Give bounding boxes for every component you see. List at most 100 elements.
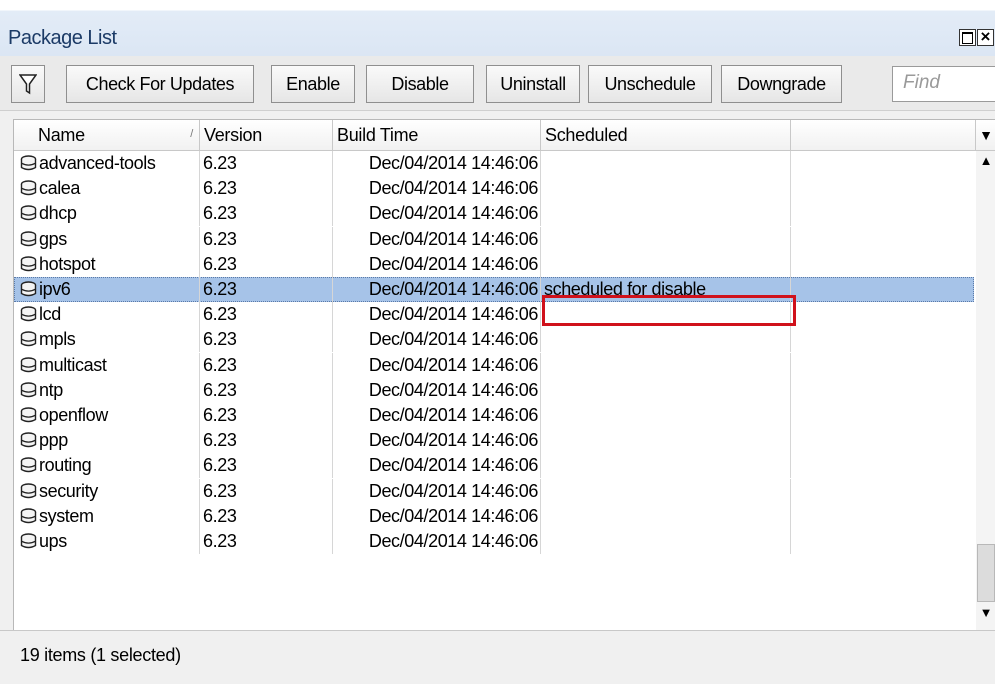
cell-empty: [791, 252, 974, 277]
cell-name: mpls: [14, 327, 200, 353]
filter-icon: [19, 74, 37, 95]
cell-empty: [791, 227, 974, 252]
table-row[interactable]: security 6.23 Dec/04/2014 14:46:06: [14, 478, 974, 504]
cell-empty: [791, 277, 974, 302]
vertical-scrollbar[interactable]: ▲ ▼: [976, 151, 995, 631]
cell-scheduled: [541, 377, 791, 403]
package-icon: [20, 382, 37, 399]
package-icon: [20, 356, 37, 374]
enable-button[interactable]: Enable: [271, 65, 355, 103]
cell-build-time: Dec/04/2014 14:46:06: [333, 403, 541, 428]
package-name: dhcp: [39, 203, 77, 224]
table-row[interactable]: lcd 6.23 Dec/04/2014 14:46:06: [14, 302, 974, 328]
status-text: 19 items (1 selected): [20, 645, 181, 665]
cell-build-time: Dec/04/2014 14:46:06: [333, 277, 541, 302]
package-icon: [20, 306, 37, 323]
check-for-updates-button[interactable]: Check For Updates: [66, 65, 254, 103]
cell-name: ups: [14, 529, 200, 554]
package-name: calea: [39, 178, 81, 199]
column-menu-icon[interactable]: ▼: [976, 120, 995, 150]
package-icon: [20, 457, 37, 474]
table-row[interactable]: advanced-tools 6.23 Dec/04/2014 14:46:06: [14, 151, 974, 176]
package-name: system: [39, 505, 94, 526]
cell-build-time: Dec/04/2014 14:46:06: [333, 428, 541, 454]
cell-scheduled: [541, 453, 791, 479]
table-row[interactable]: ntp 6.23 Dec/04/2014 14:46:06: [14, 377, 974, 403]
table-row[interactable]: openflow 6.23 Dec/04/2014 14:46:06: [14, 403, 974, 428]
column-header-name[interactable]: Name /: [14, 120, 200, 150]
cell-scheduled: [541, 478, 791, 504]
cell-name: multicast: [14, 352, 200, 378]
cell-build-time: Dec/04/2014 14:46:06: [333, 377, 541, 403]
cell-empty: [791, 353, 974, 378]
package-name: openflow: [39, 405, 108, 425]
downgrade-button[interactable]: Downgrade: [721, 65, 842, 103]
table-row[interactable]: calea 6.23 Dec/04/2014 14:46:06: [14, 176, 974, 202]
column-header-empty[interactable]: [791, 120, 976, 150]
cell-build-time: Dec/04/2014 14:46:06: [333, 201, 541, 227]
cell-scheduled: [541, 352, 791, 378]
restore-button[interactable]: [959, 29, 976, 46]
cell-name: routing: [14, 453, 200, 479]
find-input[interactable]: Find: [892, 66, 995, 102]
package-name: security: [39, 480, 98, 501]
package-name: routing: [39, 455, 92, 476]
column-header-version[interactable]: Version: [200, 120, 333, 150]
package-icon: [20, 508, 37, 525]
cell-version: 6.23: [200, 503, 333, 529]
cell-build-time: Dec/04/2014 14:46:06: [333, 302, 541, 328]
package-name: ppp: [39, 430, 68, 451]
cell-scheduled: [541, 327, 791, 353]
table-row[interactable]: hotspot 6.23 Dec/04/2014 14:46:06: [14, 251, 974, 277]
column-header-build-time[interactable]: Build Time: [333, 120, 541, 150]
cell-build-time: Dec/04/2014 14:46:06: [333, 478, 541, 504]
scroll-thumb[interactable]: [977, 544, 995, 602]
package-icon: [20, 407, 37, 424]
window-title: Package List: [8, 27, 117, 49]
cell-build-time: Dec/04/2014 14:46:06: [333, 529, 541, 554]
table-row[interactable]: ppp 6.23 Dec/04/2014 14:46:06: [14, 428, 974, 454]
toolbar: Check For Updates Enable Disable Uninsta…: [0, 56, 995, 111]
highlight-box: [542, 295, 796, 326]
cell-version: 6.23: [200, 302, 333, 328]
cell-version: 6.23: [200, 428, 333, 454]
cell-scheduled: [541, 403, 791, 428]
scroll-up-icon[interactable]: ▲: [976, 151, 995, 171]
cell-empty: [791, 378, 974, 403]
scroll-down-icon[interactable]: ▼: [976, 603, 995, 623]
unschedule-button[interactable]: Unschedule: [588, 65, 712, 103]
package-list-window: Package List × Check For Updates Enable …: [0, 0, 995, 684]
column-header-scheduled[interactable]: Scheduled: [541, 120, 791, 150]
close-button[interactable]: ×: [977, 28, 994, 46]
cell-version: 6.23: [200, 226, 333, 252]
table-row[interactable]: system 6.23 Dec/04/2014 14:46:06: [14, 503, 974, 529]
cell-version: 6.23: [200, 201, 333, 227]
package-icon: [20, 205, 37, 222]
table-row[interactable]: routing 6.23 Dec/04/2014 14:46:06: [14, 453, 974, 479]
table-row[interactable]: dhcp 6.23 Dec/04/2014 14:46:06: [14, 201, 974, 227]
filter-button[interactable]: [11, 65, 45, 103]
package-name: mpls: [39, 329, 76, 350]
cell-version: 6.23: [200, 151, 333, 176]
table-row[interactable]: multicast 6.23 Dec/04/2014 14:46:06: [14, 352, 974, 378]
package-name: ntp: [39, 379, 63, 400]
cell-version: 6.23: [200, 327, 333, 353]
cell-scheduled: [541, 151, 791, 176]
table-row[interactable]: gps 6.23 Dec/04/2014 14:46:06: [14, 226, 974, 252]
cell-name: security: [14, 478, 200, 504]
cell-version: 6.23: [200, 403, 333, 428]
package-name: hotspot: [39, 253, 96, 274]
table-row[interactable]: ipv6 6.23 Dec/04/2014 14:46:06 scheduled fo…: [14, 277, 974, 302]
table-row[interactable]: ups 6.23 Dec/04/2014 14:46:06: [14, 529, 974, 554]
cell-name: gps: [14, 226, 200, 252]
disable-button[interactable]: Disable: [366, 65, 474, 103]
cell-build-time: Dec/04/2014 14:46:06: [333, 327, 541, 353]
cell-name: dhcp: [14, 201, 200, 227]
uninstall-button[interactable]: Uninstall: [486, 65, 580, 103]
cell-empty: [791, 479, 974, 504]
package-table: Name / Version Build Time Scheduled ▼ ad…: [13, 119, 995, 631]
cell-version: 6.23: [200, 251, 333, 277]
cell-version: 6.23: [200, 277, 333, 302]
cell-build-time: Dec/04/2014 14:46:06: [333, 352, 541, 378]
table-row[interactable]: mpls 6.23 Dec/04/2014 14:46:06: [14, 327, 974, 353]
